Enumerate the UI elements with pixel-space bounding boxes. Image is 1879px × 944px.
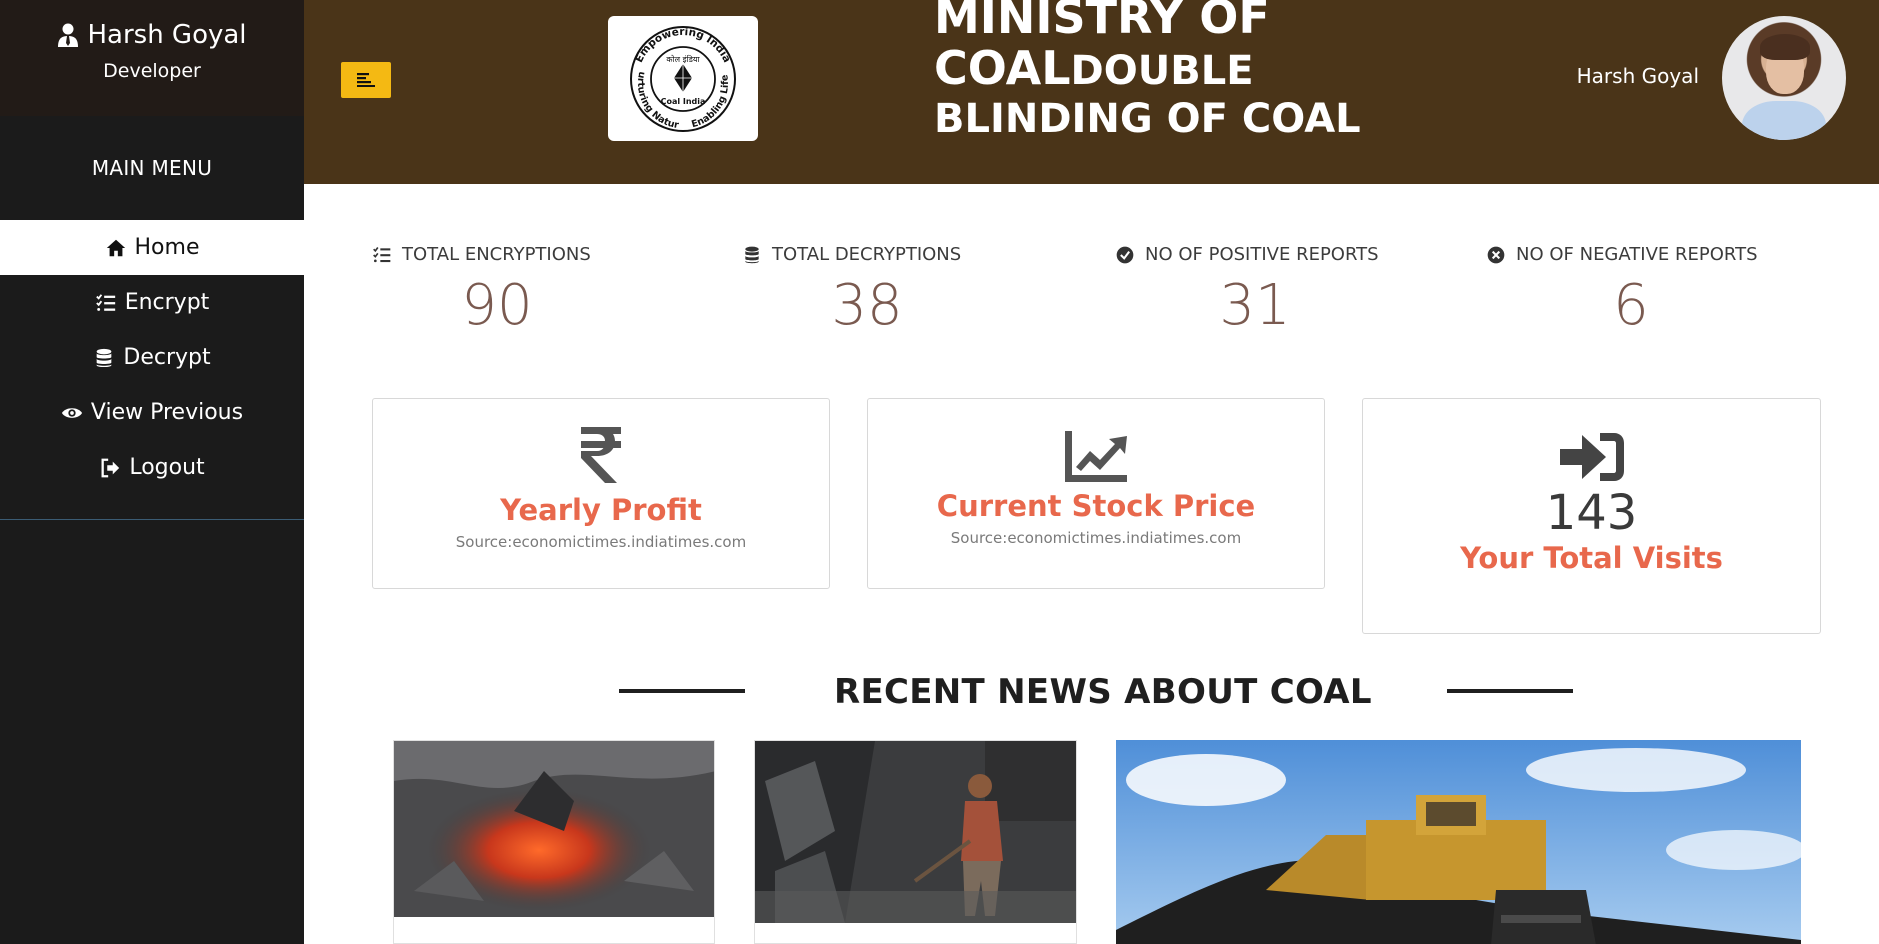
- card-source: Source:economictimes.indiatimes.com: [455, 533, 747, 551]
- list-check-icon: [95, 293, 115, 311]
- top-header: Empowering India Nurturing Nature Enabli…: [304, 0, 1879, 184]
- stat-label: NO OF NEGATIVE REPORTS: [1516, 244, 1758, 265]
- user-tie-icon: [58, 23, 79, 47]
- news-card[interactable]: [393, 740, 715, 944]
- stat-total-decryptions: TOTAL DECRYPTIONS 38: [742, 244, 992, 338]
- database-icon: [97, 348, 112, 367]
- check-circle-icon: [1116, 246, 1134, 263]
- card-title: Your Total Visits: [1460, 541, 1723, 575]
- news-section-title: RECENT NEWS ABOUT COAL: [834, 672, 1372, 712]
- title-line-1: MINISTRY OF: [934, 0, 1270, 44]
- stat-value: 90: [461, 273, 533, 338]
- yearly-profit-card[interactable]: Yearly Profit Source:economictimes.india…: [372, 398, 830, 589]
- list-check-icon: [373, 246, 391, 262]
- sidebar-item-encrypt[interactable]: Encrypt: [0, 275, 304, 330]
- card-title: Yearly Profit: [500, 493, 702, 527]
- svg-text:कोल इंडिया: कोल इंडिया: [666, 54, 700, 64]
- sign-in-icon: [1559, 433, 1624, 481]
- card-source: Source:economictimes.indiatimes.com: [950, 529, 1242, 547]
- eye-icon: [61, 407, 82, 418]
- profile-role: Developer: [103, 60, 201, 82]
- sidebar-item-logout[interactable]: Logout: [0, 440, 304, 495]
- sidebar-profile: Harsh Goyal Developer: [0, 0, 304, 116]
- title-line-3: BLINDING OF COAL: [934, 96, 1361, 143]
- news-card[interactable]: [754, 740, 1077, 944]
- news-divider-left: [619, 689, 745, 693]
- header-user-name[interactable]: Harsh Goyal: [1577, 64, 1699, 88]
- visits-count: 143: [1545, 485, 1638, 541]
- coal-india-logo: Empowering India Nurturing Nature Enabli…: [608, 16, 758, 141]
- stat-label: TOTAL ENCRYPTIONS: [402, 244, 591, 265]
- sidebar-item-label: Home: [134, 235, 200, 260]
- sidebar-item-decrypt[interactable]: Decrypt: [0, 330, 304, 385]
- card-title: Current Stock Price: [936, 489, 1256, 523]
- stat-value: 38: [831, 273, 903, 338]
- sidebar-toggle-button[interactable]: [341, 62, 391, 98]
- logout-icon: [101, 458, 120, 477]
- stat-positive-reports: NO OF POSITIVE REPORTS 31: [1115, 244, 1395, 338]
- rupee-icon: [581, 427, 621, 483]
- sidebar-divider: [0, 519, 304, 520]
- bulldozer-image: [1116, 740, 1801, 944]
- sidebar-item-home[interactable]: Home: [0, 220, 304, 275]
- sidebar-item-label: Decrypt: [123, 345, 211, 370]
- home-icon: [106, 239, 125, 256]
- burning-coal-image: [394, 741, 714, 917]
- chart-line-icon: [1065, 431, 1127, 482]
- profile-name-row: Harsh Goyal: [0, 20, 304, 50]
- x-circle-icon: [1487, 246, 1505, 263]
- database-icon: [745, 246, 759, 263]
- menu-align-icon: [357, 73, 375, 87]
- sidebar: Harsh Goyal Developer MAIN MENU Home Enc…: [0, 0, 304, 944]
- total-visits-card[interactable]: 143 Your Total Visits: [1362, 398, 1821, 634]
- news-card[interactable]: [1116, 740, 1801, 944]
- sidebar-item-label: Encrypt: [124, 290, 210, 315]
- sidebar-item-label: Logout: [129, 455, 205, 480]
- stock-price-card[interactable]: Current Stock Price Source:economictimes…: [867, 398, 1325, 589]
- avatar[interactable]: [1722, 16, 1846, 140]
- news-divider-right: [1447, 689, 1573, 693]
- sidebar-item-label: View Previous: [90, 400, 244, 425]
- profile-name: Harsh Goyal: [87, 20, 247, 50]
- page-title: MINISTRY OF COALDOUBLE BLINDING OF COAL: [934, 0, 1361, 141]
- stat-label: TOTAL DECRYPTIONS: [772, 244, 962, 265]
- main-menu-title: MAIN MENU: [91, 156, 213, 180]
- stat-label: NO OF POSITIVE REPORTS: [1145, 244, 1379, 265]
- svg-text:Coal India: Coal India: [661, 97, 706, 106]
- stat-value: 31: [1219, 273, 1291, 338]
- coal-india-logo-icon: Empowering India Nurturing Nature Enabli…: [618, 20, 736, 132]
- stat-negative-reports: NO OF NEGATIVE REPORTS 6: [1486, 244, 1776, 338]
- sidebar-item-view-previous[interactable]: View Previous: [0, 385, 304, 440]
- stat-total-encryptions: TOTAL ENCRYPTIONS 90: [372, 244, 622, 338]
- stat-value: 6: [1613, 273, 1649, 338]
- title-line-2b: DOUBLE: [1070, 47, 1254, 94]
- coal-worker-image: [755, 741, 1076, 923]
- title-line-2a: COAL: [934, 40, 1071, 95]
